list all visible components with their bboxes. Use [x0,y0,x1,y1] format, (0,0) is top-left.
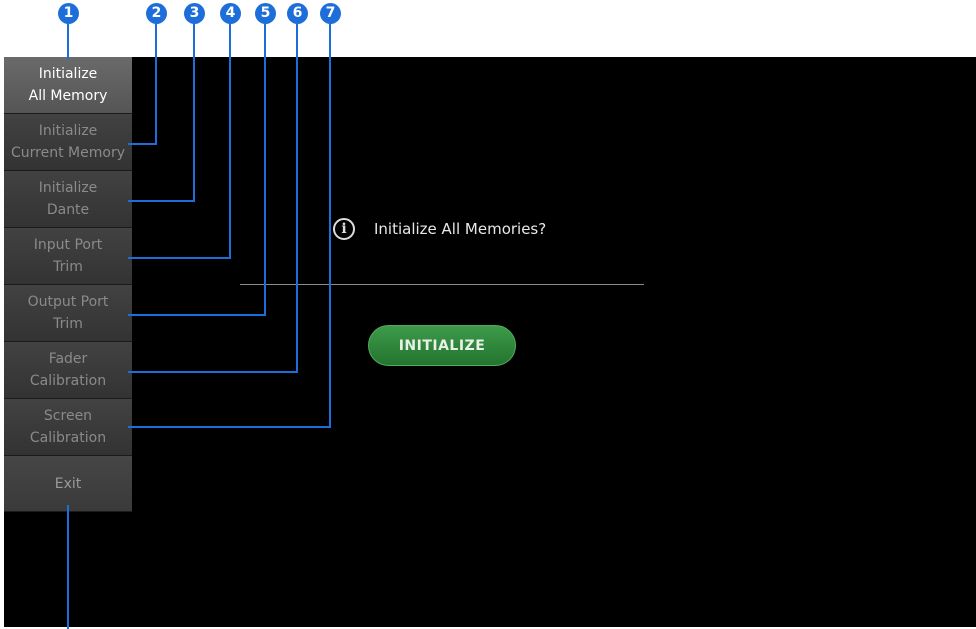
button-label-line1: Screen [43,408,93,424]
callout-5: 5 [255,3,276,24]
button-label-line1: Output Port [27,294,109,310]
button-label-line2: Calibration [29,430,107,446]
initialize-button-label: INITIALIZE [398,337,486,354]
callout-2: 2 [146,3,167,24]
initialize-current-memory-button[interactable]: Initialize Current Memory [4,114,132,171]
screen-calibration-button[interactable]: Screen Calibration [4,399,132,456]
button-label-line1: Initialize [38,180,98,196]
button-label-line2: Dante [46,202,90,218]
callout-7: 7 [320,3,341,24]
button-label-line2: Trim [53,259,83,275]
divider [240,284,644,285]
callout-4: 4 [220,3,241,24]
button-label-line2: Trim [53,316,83,332]
button-label-line2: All Memory [28,88,108,104]
button-label-line1: Input Port [33,237,103,253]
button-label-line2: Current Memory [11,145,125,161]
callout-1: 1 [58,3,79,24]
info-icon: i [333,218,355,240]
button-label-line1: Initialize [38,123,98,139]
callout-6: 6 [287,3,308,24]
button-label-line2: Calibration [29,373,107,389]
initialize-dante-button[interactable]: Initialize Dante [4,171,132,228]
button-label-line1: Fader [48,351,88,367]
confirm-message: Initialize All Memories? [374,220,547,238]
exit-button[interactable]: Exit [4,456,132,512]
fader-calibration-button[interactable]: Fader Calibration [4,342,132,399]
button-label-line1: Initialize [38,66,98,82]
initialize-button[interactable]: INITIALIZE [368,325,516,366]
input-port-trim-button[interactable]: Input Port Trim [4,228,132,285]
exit-label: Exit [54,475,82,492]
initialize-all-memory-button[interactable]: Initialize All Memory [4,57,132,114]
callout-3: 3 [184,3,205,24]
output-port-trim-button[interactable]: Output Port Trim [4,285,132,342]
